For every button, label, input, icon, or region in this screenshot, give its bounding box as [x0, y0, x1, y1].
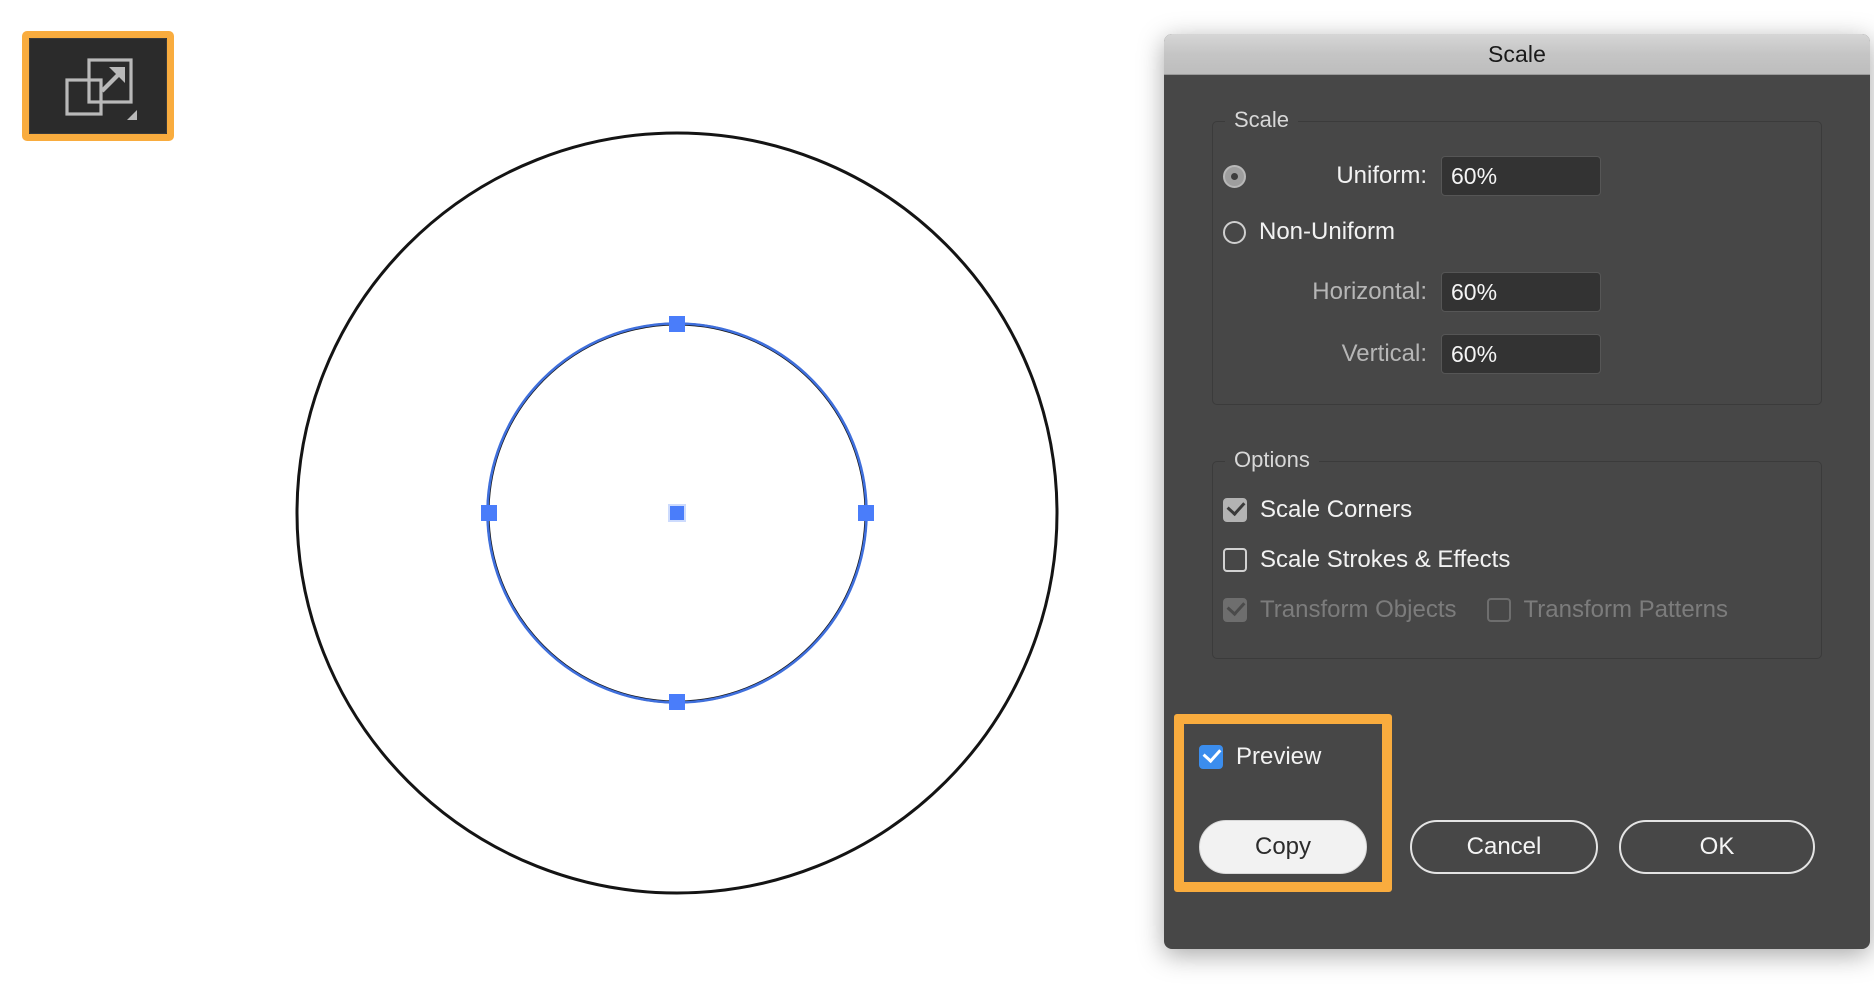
scale-dialog: Scale Scale Uniform: Non-Uniform Horizon…: [1164, 34, 1870, 949]
transform-row: Transform Objects Transform Patterns: [1223, 596, 1811, 624]
uniform-label: Uniform:: [1259, 162, 1427, 190]
checkmark-icon: [1227, 497, 1246, 516]
transform-objects-checkbox: [1223, 598, 1247, 622]
options-group-content: Scale Corners Scale Strokes & Effects Tr…: [1213, 462, 1821, 658]
preview-row[interactable]: Preview: [1199, 743, 1321, 771]
transform-patterns-label: Transform Patterns: [1524, 596, 1729, 624]
scale-corners-row[interactable]: Scale Corners: [1223, 496, 1811, 524]
non-uniform-row[interactable]: Non-Uniform: [1223, 218, 1811, 246]
uniform-row[interactable]: Uniform:: [1223, 156, 1811, 196]
vertical-label: Vertical:: [1223, 340, 1427, 368]
cancel-button[interactable]: Cancel: [1410, 820, 1598, 874]
scale-corners-label: Scale Corners: [1260, 496, 1412, 524]
ok-button[interactable]: OK: [1619, 820, 1815, 874]
anchor-left[interactable]: [481, 505, 497, 521]
transform-objects-label: Transform Objects: [1260, 596, 1457, 624]
checkmark-icon: [1203, 744, 1222, 763]
vertical-row[interactable]: Vertical:: [1223, 334, 1811, 374]
scale-strokes-effects-row[interactable]: Scale Strokes & Effects: [1223, 546, 1811, 574]
scale-strokes-effects-checkbox[interactable]: [1223, 548, 1247, 572]
preview-checkbox[interactable]: [1199, 745, 1223, 769]
vertical-input[interactable]: [1441, 334, 1601, 374]
scale-corners-checkbox[interactable]: [1223, 498, 1247, 522]
options-group: Options Scale Corners Scale Strokes & Ef…: [1212, 461, 1822, 659]
scale-strokes-effects-label: Scale Strokes & Effects: [1260, 546, 1510, 574]
uniform-input[interactable]: [1441, 156, 1601, 196]
horizontal-label: Horizontal:: [1223, 278, 1427, 306]
dialog-body: Scale Uniform: Non-Uniform Horizontal: V…: [1164, 121, 1870, 659]
anchor-bottom[interactable]: [669, 694, 685, 710]
anchor-right[interactable]: [858, 505, 874, 521]
scale-tool-button[interactable]: [22, 31, 174, 141]
uniform-radio[interactable]: [1223, 165, 1246, 188]
copy-button[interactable]: Copy: [1199, 820, 1367, 874]
preview-label: Preview: [1236, 743, 1321, 771]
dialog-titlebar[interactable]: Scale: [1164, 34, 1870, 75]
artwork-vector-graphics: [0, 0, 1140, 984]
horizontal-row[interactable]: Horizontal:: [1223, 272, 1811, 312]
options-group-label: Options: [1225, 447, 1319, 473]
horizontal-input[interactable]: [1441, 272, 1601, 312]
scale-group-content: Uniform: Non-Uniform Horizontal: Vertica…: [1213, 122, 1821, 404]
artboard-canvas[interactable]: [0, 0, 1140, 984]
dialog-title: Scale: [1488, 41, 1546, 68]
selection-handles: [481, 316, 874, 710]
scale-group: Scale Uniform: Non-Uniform Horizontal: V…: [1212, 121, 1822, 405]
scale-tool-button-face: [29, 38, 167, 134]
scale-tool-icon: [55, 50, 141, 122]
non-uniform-label: Non-Uniform: [1259, 218, 1395, 246]
anchor-top[interactable]: [669, 316, 685, 332]
scale-group-label: Scale: [1225, 107, 1298, 133]
transform-patterns-checkbox: [1487, 598, 1511, 622]
non-uniform-radio[interactable]: [1223, 221, 1246, 244]
transform-origin-center[interactable]: [669, 505, 685, 521]
checkmark-icon: [1227, 597, 1246, 616]
